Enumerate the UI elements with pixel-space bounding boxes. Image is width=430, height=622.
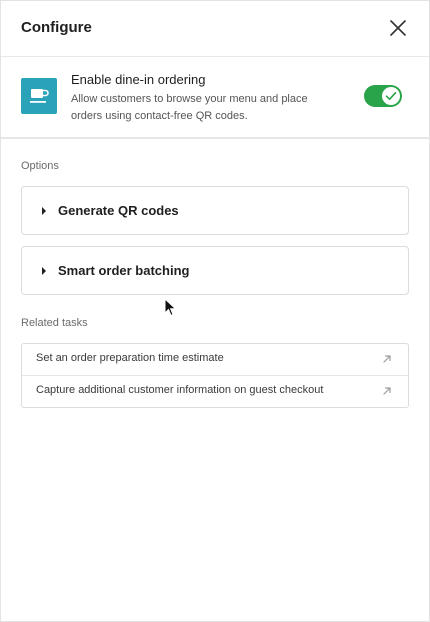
feature-description: Allow customers to browse your menu and … bbox=[71, 93, 308, 122]
coffee-cup-icon bbox=[30, 89, 49, 103]
feature-title: Enable dine-in ordering bbox=[71, 72, 206, 87]
check-icon bbox=[385, 92, 397, 100]
dine-in-app-icon bbox=[21, 78, 57, 114]
task-label: Set an order preparation time estimate bbox=[36, 352, 224, 364]
external-arrow-icon bbox=[383, 387, 391, 395]
configure-panel: Configure Enable dine-in ordering Allow … bbox=[0, 0, 430, 622]
caret-right-icon bbox=[42, 207, 46, 215]
caret-right-icon bbox=[42, 267, 46, 275]
enable-dine-in-row: Enable dine-in ordering Allow customers … bbox=[1, 57, 429, 139]
related-tasks-section-label: Related tasks bbox=[21, 317, 88, 329]
task-row-preparation-time[interactable]: Set an order preparation time estimate bbox=[22, 344, 408, 375]
task-row-guest-checkout[interactable]: Capture additional customer information … bbox=[22, 375, 408, 407]
accordion-generate-qr-codes[interactable]: Generate QR codes bbox=[21, 186, 409, 235]
mouse-pointer-icon bbox=[164, 298, 177, 317]
toggle-knob bbox=[382, 87, 400, 105]
panel-header: Configure bbox=[1, 1, 429, 57]
close-icon bbox=[390, 20, 406, 36]
accordion-label: Generate QR codes bbox=[58, 203, 179, 218]
enable-toggle[interactable] bbox=[364, 85, 402, 107]
close-button[interactable] bbox=[387, 17, 409, 39]
task-label: Capture additional customer information … bbox=[36, 384, 324, 396]
related-tasks-list: Set an order preparation time estimate C… bbox=[21, 343, 409, 408]
external-arrow-icon bbox=[383, 355, 391, 363]
accordion-label: Smart order batching bbox=[58, 263, 190, 278]
page-title: Configure bbox=[21, 19, 92, 36]
options-section-label: Options bbox=[21, 160, 59, 172]
accordion-smart-order-batching[interactable]: Smart order batching bbox=[21, 246, 409, 295]
